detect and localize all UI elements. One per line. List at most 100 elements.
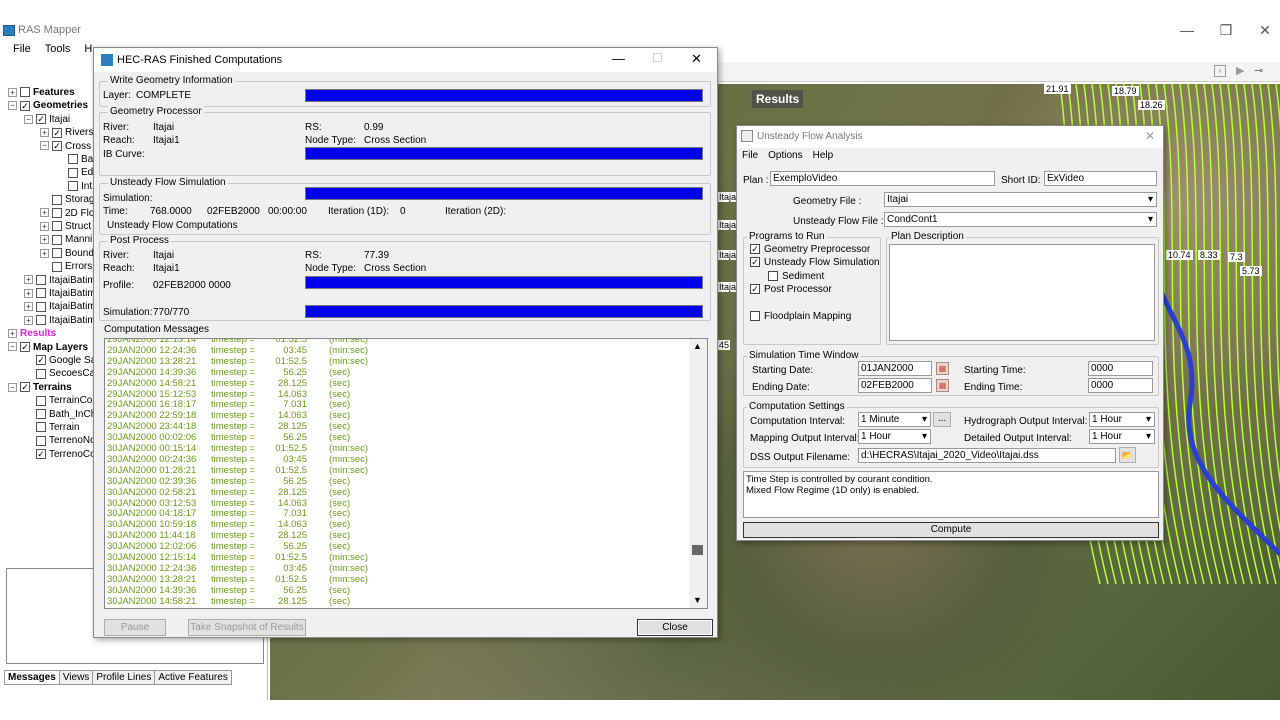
tree-item[interactable]: + ItajaiBatim	[24, 287, 96, 300]
geometry-file-select[interactable]: Itajai	[884, 192, 1157, 207]
snapshot-button[interactable]: Take Snapshot of Results	[188, 619, 306, 636]
layer-checkbox[interactable]: ✓	[52, 140, 62, 151]
tree-item[interactable]: + ItajaiBatim	[24, 314, 96, 327]
expand-icon[interactable]: +	[40, 128, 49, 138]
tree-item[interactable]: Storag	[40, 193, 94, 206]
detailed-interval-select[interactable]: 1 Hour	[1089, 429, 1155, 444]
layer-checkbox[interactable]	[36, 435, 46, 446]
mapping-interval-select[interactable]: 1 Hour	[858, 429, 931, 444]
close-button[interactable]: Close	[637, 619, 713, 636]
tree-item[interactable]: − ✓ Cross	[40, 140, 91, 153]
tree-item[interactable]: − ✓ Map Layers	[8, 341, 88, 354]
layer-checkbox[interactable]: ✓	[52, 127, 62, 138]
expand-icon[interactable]: +	[24, 275, 33, 285]
tree-item[interactable]: SecoesCa	[24, 367, 95, 380]
tab-messages[interactable]: Messages	[4, 670, 60, 685]
menu-file[interactable]: File	[742, 150, 758, 161]
floodplain-checkbox[interactable]	[750, 311, 760, 321]
tree-item[interactable]: Ed	[56, 166, 93, 179]
expand-icon[interactable]: +	[24, 315, 33, 325]
layer-checkbox[interactable]: ✓	[20, 341, 30, 352]
layer-checkbox[interactable]	[52, 234, 62, 245]
layer-checkbox[interactable]	[36, 288, 46, 299]
menu-options[interactable]: Options	[768, 150, 802, 161]
expand-icon[interactable]: −	[8, 342, 17, 352]
menu-tools[interactable]: Tools	[45, 43, 71, 55]
tree-item[interactable]: ✓ Google Sa	[24, 354, 96, 367]
scrollbar[interactable]: ▲ ▼	[689, 339, 707, 608]
tree-item[interactable]: + Features	[8, 86, 75, 99]
pin-icon[interactable]: ⊸	[1254, 64, 1263, 77]
tree-item[interactable]: + ItajaiBatim	[24, 274, 96, 287]
computation-messages[interactable]: 29JAN2000 12:13:14 timestep = 01:52.5 (min:…	[104, 338, 708, 609]
calendar-icon[interactable]: ▦	[936, 362, 949, 375]
folder-icon[interactable]: 📂	[1119, 447, 1136, 463]
tree-item[interactable]: Ba	[56, 153, 93, 166]
layer-checkbox[interactable]: ✓	[20, 100, 30, 111]
tree-item[interactable]: TerrainCo	[24, 394, 92, 407]
layer-checkbox[interactable]	[20, 87, 30, 98]
expand-icon[interactable]: +	[8, 87, 17, 97]
tree-item[interactable]: Terrain	[24, 421, 80, 434]
tree-item[interactable]: + Manni	[40, 233, 92, 246]
layer-checkbox[interactable]	[36, 395, 46, 406]
start-time-field[interactable]: 0000	[1088, 361, 1153, 376]
close-icon[interactable]: ✕	[1145, 129, 1155, 143]
layer-checkbox[interactable]	[36, 422, 46, 433]
geometry-preprocessor-checkbox[interactable]: ✓	[750, 244, 760, 254]
tree-item[interactable]: TerrenoNo	[24, 434, 96, 447]
tree-item[interactable]: + Results	[8, 327, 56, 340]
plan-description-field[interactable]	[889, 244, 1155, 341]
sediment-checkbox[interactable]	[768, 271, 778, 281]
tree-item[interactable]: − ✓ Terrains	[8, 381, 72, 394]
unsteady-simulation-checkbox[interactable]: ✓	[750, 257, 760, 267]
start-date-field[interactable]: 01JAN2000	[858, 361, 932, 376]
tree-item[interactable]: − ✓ Geometries	[8, 99, 88, 112]
tree-item[interactable]: Errors	[40, 260, 92, 273]
pause-button[interactable]: Pause	[104, 619, 166, 636]
layer-checkbox[interactable]	[52, 207, 62, 218]
menu-file[interactable]: File	[13, 43, 31, 55]
tree-item[interactable]: + Struct	[40, 220, 91, 233]
scroll-up-icon[interactable]: ▲	[693, 341, 702, 351]
layer-checkbox[interactable]	[36, 408, 46, 419]
tree-item[interactable]: Bath_InCh	[24, 408, 96, 421]
chevron-right-icon[interactable]: ›	[1214, 65, 1226, 77]
expand-icon[interactable]: +	[24, 302, 33, 312]
tree-item[interactable]: + ItajaiBatim	[24, 300, 96, 313]
scroll-thumb[interactable]	[692, 545, 703, 555]
tree-item[interactable]: − ✓ Itajai	[24, 113, 70, 126]
layer-checkbox[interactable]	[68, 154, 78, 165]
layer-checkbox[interactable]	[68, 167, 78, 178]
layer-checkbox[interactable]	[36, 315, 46, 326]
dss-filename-field[interactable]: d:\HECRAS\Itajai_2020_Video\Itajai.dss	[858, 448, 1116, 463]
close-icon[interactable]: ✕	[691, 51, 702, 67]
end-time-field[interactable]: 0000	[1088, 378, 1153, 393]
short-id-field[interactable]: ExVideo	[1044, 171, 1157, 186]
expand-icon[interactable]: +	[40, 208, 49, 218]
hydrograph-interval-select[interactable]: 1 Hour	[1089, 412, 1155, 427]
layer-checkbox[interactable]	[36, 301, 46, 312]
plan-field[interactable]: ExemploVideo	[770, 171, 995, 186]
flow-file-select[interactable]: CondCont1	[884, 212, 1157, 227]
tab-views[interactable]: Views	[58, 670, 94, 685]
minimize-icon[interactable]: —	[612, 51, 625, 66]
layer-checkbox[interactable]	[52, 221, 62, 232]
calendar-icon[interactable]: ▦	[936, 379, 949, 392]
expand-icon[interactable]: +	[40, 221, 49, 231]
expand-icon[interactable]: −	[24, 114, 33, 124]
layer-checkbox[interactable]	[68, 181, 78, 192]
layer-checkbox[interactable]: ✓	[36, 355, 46, 366]
menu-help[interactable]: H	[84, 43, 92, 55]
tab-profile-lines[interactable]: Profile Lines	[92, 670, 156, 685]
expand-icon[interactable]: −	[8, 382, 17, 392]
maximize-icon[interactable]: ❐	[1211, 20, 1241, 40]
expand-icon[interactable]: +	[40, 235, 49, 245]
more-button[interactable]: ...	[933, 412, 951, 427]
tree-item[interactable]: +2D Flo	[40, 207, 94, 220]
expand-icon[interactable]: +	[24, 288, 33, 298]
tree-item[interactable]: ✓ TerrenoCo	[24, 448, 96, 461]
layer-checkbox[interactable]: ✓	[36, 114, 46, 125]
layer-checkbox[interactable]	[36, 274, 46, 285]
layer-checkbox[interactable]	[36, 368, 46, 379]
